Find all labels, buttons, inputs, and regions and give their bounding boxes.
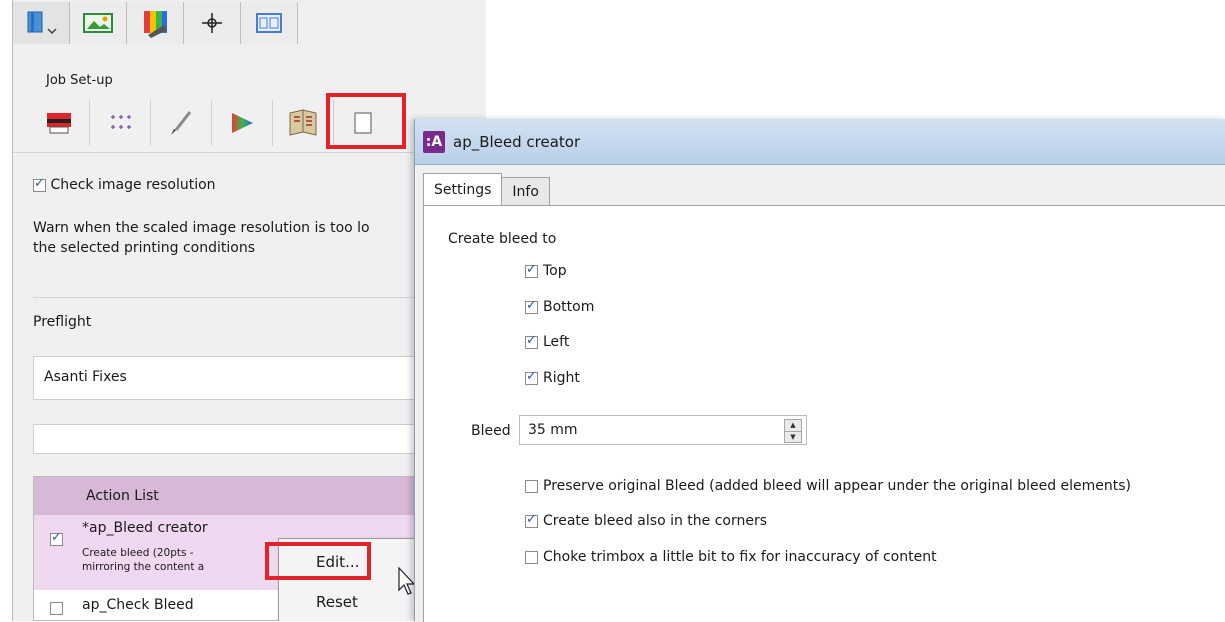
top-label: Top [543, 263, 567, 279]
check-image-resolution-row[interactable]: Check image resolution [33, 176, 216, 193]
section-title: Job Set-up [46, 73, 113, 88]
check-image-resolution-label: Check image resolution [50, 177, 216, 193]
edit-highlight [265, 542, 371, 580]
left-checkbox[interactable] [525, 333, 538, 349]
preflight-value: Asanti Fixes [44, 369, 127, 385]
left-label: Left [543, 334, 570, 350]
actions-tool-highlight [326, 93, 406, 149]
side-left-row[interactable]: Left [525, 333, 570, 350]
document-icon [27, 11, 57, 35]
side-bottom-row[interactable]: Bottom [525, 298, 595, 315]
action-title: ap_Check Bleed [82, 597, 194, 613]
settings-panel: Create bleed to Top Bottom Left Right Bl… [423, 205, 1225, 622]
action-desc-line2: mirroring the content a [82, 561, 205, 573]
right-label: Right [543, 370, 580, 386]
bottom-checkbox[interactable] [525, 298, 538, 314]
crosshair-icon [202, 13, 222, 33]
choke-trimbox-row[interactable]: Choke trimbox a little bit to fix for in… [525, 549, 937, 565]
corners-label: Create bleed also in the corners [543, 513, 768, 529]
action-list-header-label: Action List [86, 488, 159, 504]
dialog-title: ap_Bleed creator [453, 132, 581, 151]
color-management-tool[interactable] [211, 100, 272, 146]
spin-up-icon[interactable]: ▲ [785, 420, 801, 432]
brush-tool[interactable] [150, 100, 211, 146]
color-triangle-icon [232, 113, 253, 133]
marks-tool[interactable] [89, 100, 150, 146]
dialog-tabs: Settings Info [423, 173, 550, 206]
action-desc-line1: Create bleed (20pts - [82, 547, 194, 559]
layout-icon [256, 13, 282, 33]
bleed-label-text: Bleed [471, 423, 511, 439]
corners-row[interactable]: Create bleed also in the corners [525, 512, 768, 529]
actions-tool[interactable] [272, 100, 333, 146]
create-bleed-label: Create bleed to [448, 231, 556, 247]
bleed-spinner[interactable]: ▲ ▼ [784, 419, 802, 443]
bleed-creator-dialog: :A ap_Bleed creator Settings Info Create… [414, 119, 1225, 622]
top-checkbox[interactable] [525, 262, 538, 278]
choke-trimbox-checkbox[interactable] [525, 550, 538, 564]
tab-settings[interactable]: Settings [423, 173, 503, 206]
app-logo-icon: :A [423, 130, 445, 153]
check-image-resolution-checkbox[interactable] [33, 176, 46, 192]
tab-info[interactable]: Info [501, 177, 550, 206]
create-bleed-text: Create bleed to [448, 231, 557, 247]
preserve-bleed-row[interactable]: Preserve original Bleed (added bleed wil… [525, 478, 1131, 494]
bleed-input[interactable]: 35 mm ▲ ▼ [519, 415, 807, 445]
warn-text-line2: the selected printing conditions [33, 240, 255, 256]
layout-tab[interactable] [241, 2, 298, 44]
image-icon [83, 13, 113, 33]
choke-trimbox-label: Choke trimbox a little bit to fix for in… [543, 549, 937, 565]
menu-item-reset[interactable]: Reset [316, 593, 358, 611]
grid-marks-icon [111, 115, 131, 129]
preserve-bleed-checkbox[interactable] [525, 479, 538, 493]
color-tab[interactable] [127, 2, 184, 44]
action-enable-checkbox[interactable] [50, 602, 63, 615]
action-enable-checkbox[interactable] [50, 530, 63, 546]
bleed-value: 35 mm [528, 422, 578, 438]
book-icon [289, 109, 317, 136]
warn-text-line1: Warn when the scaled image resolution is… [33, 220, 370, 236]
target-tab[interactable] [184, 2, 241, 44]
printer-icon [47, 113, 71, 134]
side-right-row[interactable]: Right [525, 369, 580, 386]
image-tab[interactable] [70, 2, 127, 44]
preserve-bleed-label: Preserve original Bleed (added bleed wil… [543, 478, 1132, 494]
spin-down-icon[interactable]: ▼ [785, 432, 801, 443]
color-swatch-icon [144, 11, 167, 38]
document-tab[interactable] [13, 2, 70, 44]
right-checkbox[interactable] [525, 369, 538, 385]
bottom-label: Bottom [543, 299, 595, 315]
printer-tool[interactable] [29, 100, 89, 146]
dialog-titlebar[interactable]: :A ap_Bleed creator [415, 119, 1225, 165]
action-title: *ap_Bleed creator [82, 520, 208, 536]
preflight-label: Preflight [33, 314, 92, 330]
corners-checkbox[interactable] [525, 512, 538, 528]
bleed-label: Bleed [471, 423, 511, 439]
top-tab-bar [13, 0, 486, 46]
side-top-row[interactable]: Top [525, 262, 567, 279]
brush-icon [171, 111, 192, 135]
